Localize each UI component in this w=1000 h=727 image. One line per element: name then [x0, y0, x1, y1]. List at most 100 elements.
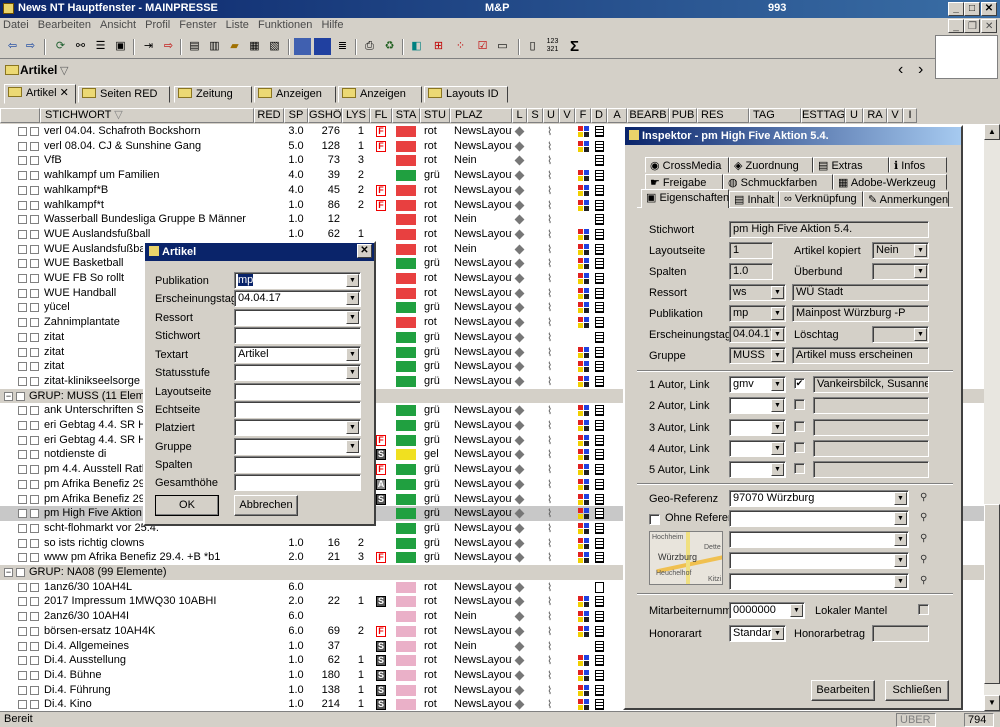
lokaler-mantel-checkbox[interactable]	[918, 604, 929, 615]
row-checkbox[interactable]	[18, 127, 27, 136]
row-checkbox[interactable]	[30, 700, 39, 710]
row-checkbox[interactable]	[16, 568, 25, 577]
dropdown-icon[interactable]: ▼	[771, 627, 784, 640]
row-checkbox[interactable]	[30, 185, 39, 195]
row-checkbox[interactable]	[30, 656, 39, 666]
dropdown-icon[interactable]: ▼	[771, 349, 784, 362]
autor5-link-checkbox[interactable]	[794, 463, 805, 474]
row-checkbox[interactable]	[18, 509, 27, 519]
autor2-link-checkbox[interactable]	[794, 399, 805, 410]
row-checkbox[interactable]	[30, 332, 39, 342]
row-checkbox[interactable]	[30, 435, 39, 445]
row-checkbox[interactable]	[30, 171, 39, 181]
menu-profil[interactable]: Profil	[142, 18, 173, 32]
collapse-icon[interactable]: −	[4, 391, 13, 401]
close-button[interactable]: ✕	[981, 2, 997, 16]
dropdown-icon[interactable]: ▼	[914, 265, 927, 278]
menu-liste[interactable]: Liste	[223, 18, 252, 32]
dropdown-icon[interactable]: ▼	[346, 348, 359, 361]
row-checkbox[interactable]	[18, 479, 27, 489]
row-checkbox[interactable]	[18, 156, 27, 166]
dropdown-icon[interactable]: ▼	[771, 286, 784, 299]
chevron-down-icon[interactable]: ▽	[60, 64, 68, 77]
scroll-thumb[interactable]	[984, 504, 1000, 684]
row-checkbox[interactable]	[18, 318, 27, 328]
row-checkbox[interactable]	[30, 406, 39, 416]
row-checkbox[interactable]	[18, 259, 27, 269]
row-checkbox[interactable]	[30, 215, 39, 225]
row-checkbox[interactable]	[18, 215, 27, 225]
dropdown-icon[interactable]: ▼	[771, 328, 784, 341]
layoutseite-field[interactable]: 1	[729, 242, 773, 259]
column-header-fl[interactable]: FL	[370, 108, 392, 123]
geo-combo-4[interactable]: ▼	[729, 552, 909, 569]
column-header-sp[interactable]: SP	[284, 108, 308, 123]
binoculars-icon[interactable]: ⚲	[920, 512, 927, 523]
autor1-name-field[interactable]: Vankeirsbilck, Susanne	[813, 376, 929, 393]
scroll-down-icon[interactable]: ▼	[984, 695, 1000, 711]
row-checkbox[interactable]	[30, 376, 39, 386]
dropdown-icon[interactable]: ▼	[346, 311, 359, 324]
window-icon[interactable]: ▣	[112, 38, 129, 55]
tab-layouts-id[interactable]: Layouts ID	[424, 86, 508, 103]
statusstufe-combo[interactable]: ▼	[234, 364, 361, 381]
tab-infos[interactable]: ℹ Infos	[889, 157, 947, 173]
binoculars-icon[interactable]: ⚲	[920, 492, 927, 503]
collapse-icon[interactable]: −	[4, 568, 13, 577]
forward-icon[interactable]: ⇨	[22, 38, 39, 55]
autor3-name-field[interactable]	[813, 419, 929, 436]
row-checkbox[interactable]	[18, 553, 27, 563]
autor3-combo[interactable]: ▼	[729, 419, 786, 436]
frame-icon[interactable]: ▭	[494, 38, 511, 55]
row-checkbox[interactable]	[30, 141, 39, 151]
erscheinungstag-combo[interactable]: 04.04.17 ▼	[729, 326, 786, 343]
row-checkbox[interactable]	[30, 288, 39, 298]
row-checkbox[interactable]	[30, 274, 39, 283]
save-all-icon[interactable]: ▧	[266, 38, 283, 55]
tab-zeitung[interactable]: Zeitung	[174, 86, 252, 103]
column-header-tag[interactable]: TAG	[749, 108, 801, 123]
binoculars-icon[interactable]: ⚲	[920, 533, 927, 544]
export-icon[interactable]: ⇨	[160, 38, 177, 55]
row-checkbox[interactable]	[30, 582, 39, 592]
geo-combo-5[interactable]: ▼	[729, 573, 909, 590]
loeschtag-combo[interactable]: ▼	[872, 326, 929, 343]
row-checkbox[interactable]	[18, 685, 27, 695]
layoutseite-input[interactable]	[234, 383, 361, 400]
column-header-pub[interactable]: PUB	[669, 108, 697, 123]
row-checkbox[interactable]	[18, 141, 27, 151]
dropdown-icon[interactable]: ▼	[894, 554, 907, 567]
autor4-combo[interactable]: ▼	[729, 440, 786, 457]
row-checkbox[interactable]	[18, 421, 27, 430]
layout-a-icon[interactable]	[294, 38, 311, 55]
honorarbetrag-field[interactable]	[872, 625, 929, 642]
dropdown-icon[interactable]: ▼	[346, 421, 359, 434]
column-header-lys[interactable]: LYS	[342, 108, 370, 123]
nav-left-icon[interactable]: ‹	[898, 61, 903, 79]
row-checkbox[interactable]	[30, 347, 39, 357]
menu-datei[interactable]: Datei	[0, 18, 32, 32]
print-icon[interactable]: ⎙	[361, 38, 378, 55]
row-checkbox[interactable]	[30, 200, 39, 210]
dropdown-icon[interactable]: ▼	[346, 366, 359, 379]
ohne-referenz-checkbox[interactable]	[649, 514, 660, 525]
dropdown-icon[interactable]: ▼	[771, 378, 784, 391]
tab-schmuckfarben[interactable]: ◍ Schmuckfarben	[723, 174, 833, 190]
dropdown-icon[interactable]: ▼	[914, 244, 927, 257]
row-checkbox[interactable]	[18, 185, 27, 195]
split-icon[interactable]: ◧	[408, 38, 425, 55]
save-icon[interactable]: ▦	[246, 38, 263, 55]
row-checkbox[interactable]	[30, 450, 39, 460]
row-checkbox[interactable]	[30, 259, 39, 269]
menu-hilfe[interactable]: Hilfe	[318, 18, 346, 32]
artikel-kopiert-combo[interactable]: Nein ▼	[872, 242, 929, 259]
mitarbeiternummer-combo[interactable]: 0000000 ▼	[729, 602, 805, 619]
row-checkbox[interactable]	[30, 523, 39, 533]
toggle-icon[interactable]: ▯	[524, 38, 541, 55]
binoculars-icon[interactable]: ⚲	[920, 554, 927, 565]
row-checkbox[interactable]	[30, 318, 39, 328]
row-checkbox[interactable]	[18, 612, 27, 622]
dropdown-icon[interactable]: ▼	[771, 463, 784, 476]
stichwort-input[interactable]	[234, 327, 361, 344]
column-header-f[interactable]: F	[575, 108, 591, 123]
